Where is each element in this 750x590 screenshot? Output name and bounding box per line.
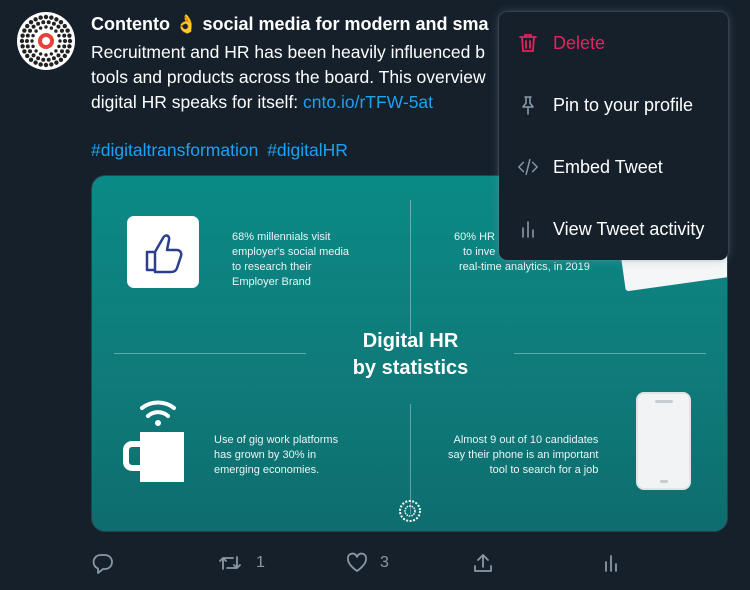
menu-item-label: View Tweet activity xyxy=(553,218,705,239)
menu-item-label: Pin to your profile xyxy=(553,94,694,115)
thumbs-up-icon xyxy=(127,216,199,288)
menu-item-embed[interactable]: Embed Tweet xyxy=(499,136,728,198)
tweet-text: Recruitment and HR has been heavily infl… xyxy=(91,40,501,115)
retweet-button[interactable]: 1 xyxy=(218,552,265,574)
menu-item-label: Delete xyxy=(553,32,606,53)
menu-item-label: Embed Tweet xyxy=(553,156,663,177)
tweet-action-bar: 1 3 xyxy=(0,548,750,582)
like-count: 3 xyxy=(380,554,389,571)
tweet-text-line: digital HR speaks for itself: cnto.io/rT… xyxy=(91,90,501,115)
menu-item-pin[interactable]: Pin to your profile xyxy=(499,74,728,136)
author-name[interactable]: Contento xyxy=(91,14,170,34)
tweet-link[interactable]: cnto.io/rTFW-5at xyxy=(303,92,433,112)
wifi-mug-icon xyxy=(120,388,192,493)
menu-item-delete[interactable]: Delete xyxy=(499,12,728,74)
tweet-text-line-part: digital HR speaks for itself: xyxy=(91,92,304,112)
hashtag-link[interactable]: #digitaltransformation xyxy=(91,140,258,160)
retweet-icon xyxy=(218,552,242,574)
heart-icon xyxy=(346,552,368,574)
analytics-button[interactable] xyxy=(600,552,622,574)
reply-button[interactable] xyxy=(92,552,114,574)
logo-icon xyxy=(398,499,422,528)
menu-item-activity[interactable]: View Tweet activity xyxy=(499,198,728,260)
like-button[interactable]: 3 xyxy=(346,552,389,574)
stat-text: 68% millennials visit employer's social m… xyxy=(232,231,350,288)
share-button[interactable] xyxy=(472,552,494,574)
avatar[interactable] xyxy=(17,12,75,70)
divider xyxy=(410,200,411,335)
stat-text: Almost 9 out of 10 candidates say their p… xyxy=(448,434,599,476)
reply-icon xyxy=(92,552,114,574)
analytics-icon xyxy=(517,218,539,240)
pin-icon xyxy=(517,94,539,116)
author-emoji: 👌 xyxy=(175,14,198,34)
author-name-rest[interactable]: social media for modern and sma xyxy=(202,14,488,34)
share-icon xyxy=(472,552,494,574)
hashtag-link[interactable]: #digitalHR xyxy=(267,140,348,160)
tweet-header: Contento 👌 social media for modern and s… xyxy=(91,14,501,35)
divider xyxy=(114,353,306,354)
divider xyxy=(410,404,411,514)
phone-icon xyxy=(636,392,691,490)
tweet-options-menu: Delete Pin to your profile Embed Tweet V… xyxy=(499,12,728,260)
code-icon xyxy=(517,156,539,178)
retweet-count: 1 xyxy=(256,554,265,571)
divider xyxy=(514,353,706,354)
hashtags: #digitaltransformation #digitalHR xyxy=(91,140,352,161)
trash-icon xyxy=(517,32,539,54)
tweet-text-line: Recruitment and HR has been heavily infl… xyxy=(91,42,485,62)
analytics-icon xyxy=(600,552,622,574)
stat-text: Use of gig work platforms has grown by 30… xyxy=(214,434,339,476)
tweet-text-line: tools and products across the board. Thi… xyxy=(91,67,486,87)
infographic-title: Digital HR by statistics xyxy=(352,330,469,379)
